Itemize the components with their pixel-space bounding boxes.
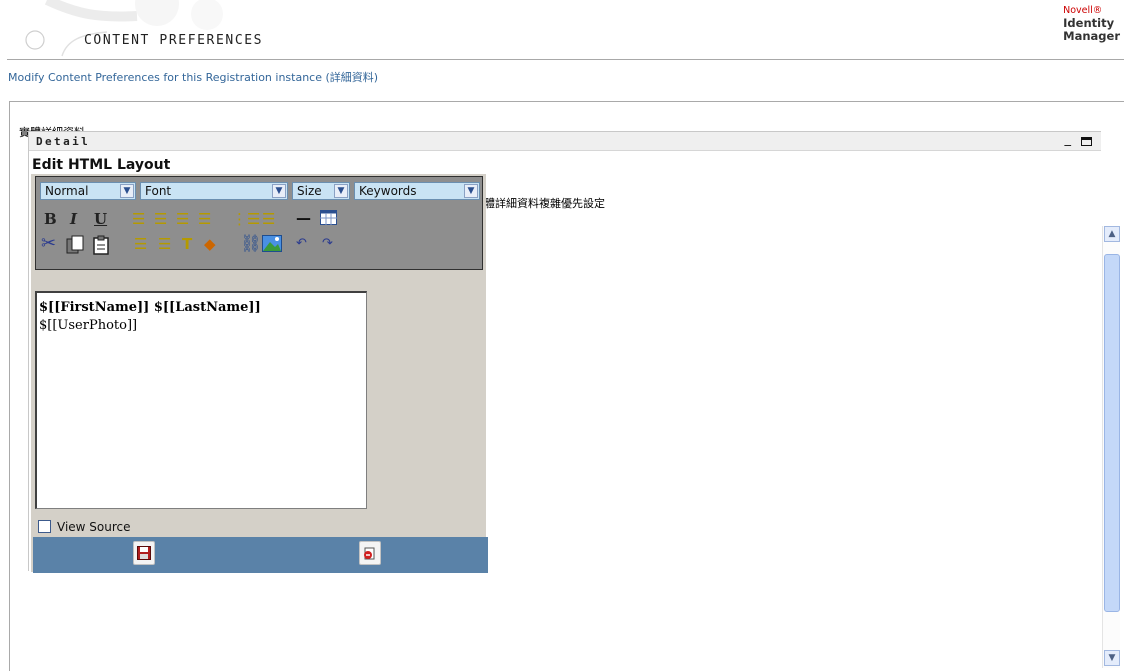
cut-icon[interactable]: ✂ [41,235,56,253]
portlet-titlebar: Detail _ [29,131,1101,151]
novell-identity-manager-logo: Novell® Identity Manager [1063,4,1120,43]
outdent-icon[interactable]: ☰ [134,235,147,253]
format-select[interactable]: Normal ▼ [40,182,136,200]
scroll-up-button[interactable]: ▲ [1104,226,1120,242]
font-select-value: Font [145,184,172,198]
save-icon [137,546,151,560]
portlet-title: Detail [36,135,91,148]
chevron-down-icon: ▼ [120,184,134,198]
editor-action-bar [33,537,488,573]
maximize-button[interactable] [1081,137,1092,146]
page-header: CONTENT PREFERENCES Novell® Identity Man… [7,0,1124,60]
html-line-photo: $[[UserPhoto]] [39,318,138,333]
paste-icon[interactable] [92,235,110,259]
table-icon[interactable] [320,210,337,229]
background-color-icon[interactable]: ◆ [204,235,216,253]
align-justify-icon[interactable]: ☰ [198,210,211,228]
chevron-down-icon: ▼ [334,184,348,198]
page-subtitle: Modify Content Preferences for this Regi… [8,71,379,84]
align-right-icon[interactable]: ☰ [176,210,189,228]
chevron-down-icon: ▼ [272,184,286,198]
horizontal-rule-icon[interactable]: — [296,209,311,227]
size-select-value: Size [297,184,322,198]
reset-button[interactable] [359,541,381,565]
link-icon[interactable]: ⛓ [240,235,262,253]
bold-icon[interactable]: B [44,210,57,228]
font-select[interactable]: Font ▼ [140,182,288,200]
scroll-thumb[interactable] [1104,254,1120,612]
redo-icon[interactable]: ↷ [322,235,333,253]
unordered-list-icon[interactable]: ☰ [262,210,275,228]
image-icon[interactable] [262,235,282,256]
minimize-button[interactable]: _ [1065,132,1072,147]
vertical-scrollbar[interactable]: ▲ ▼ [1102,226,1120,668]
text-color-icon[interactable]: T [182,235,192,253]
align-center-icon[interactable]: ☰ [154,210,167,228]
keywords-select[interactable]: Keywords ▼ [354,182,480,200]
format-select-value: Normal [45,184,89,198]
keywords-select-value: Keywords [359,184,417,198]
scroll-down-button[interactable]: ▼ [1104,650,1120,666]
copy-icon[interactable] [66,235,84,259]
save-button[interactable] [133,541,155,565]
page-title: CONTENT PREFERENCES [84,33,264,48]
detail-portlet: Detail _ Edit HTML Layout Normal ▼ Font … [28,131,1101,573]
view-source-label: View Source [57,520,131,534]
view-source-checkbox[interactable] [38,520,51,533]
view-source-toggle[interactable]: View Source [38,520,131,534]
brand-manager: Manager [1063,29,1120,43]
ordered-list-icon[interactable]: ⋮☰ [232,210,260,228]
html-edit-area[interactable]: $[[FirstName]] $[[LastName]] $[[UserPhot… [35,291,367,509]
html-line-name: $[[FirstName]] $[[LastName]] [39,300,261,315]
html-editor: Normal ▼ Font ▼ Size ▼ Keywords ▼ B I U … [31,174,488,573]
indent-icon[interactable]: ☰ [158,235,171,253]
align-left-icon[interactable]: ☰ [132,210,145,228]
undo-icon[interactable]: ↶ [296,235,307,253]
decorative-gear-graphic [25,0,223,57]
size-select[interactable]: Size ▼ [292,182,350,200]
italic-icon[interactable]: I [70,210,77,228]
editor-toolbar: Normal ▼ Font ▼ Size ▼ Keywords ▼ B I U … [35,176,483,270]
underline-icon[interactable]: U [94,210,107,228]
editor-heading: Edit HTML Layout [32,157,171,173]
reset-icon [364,547,375,560]
chevron-down-icon: ▼ [464,184,478,198]
